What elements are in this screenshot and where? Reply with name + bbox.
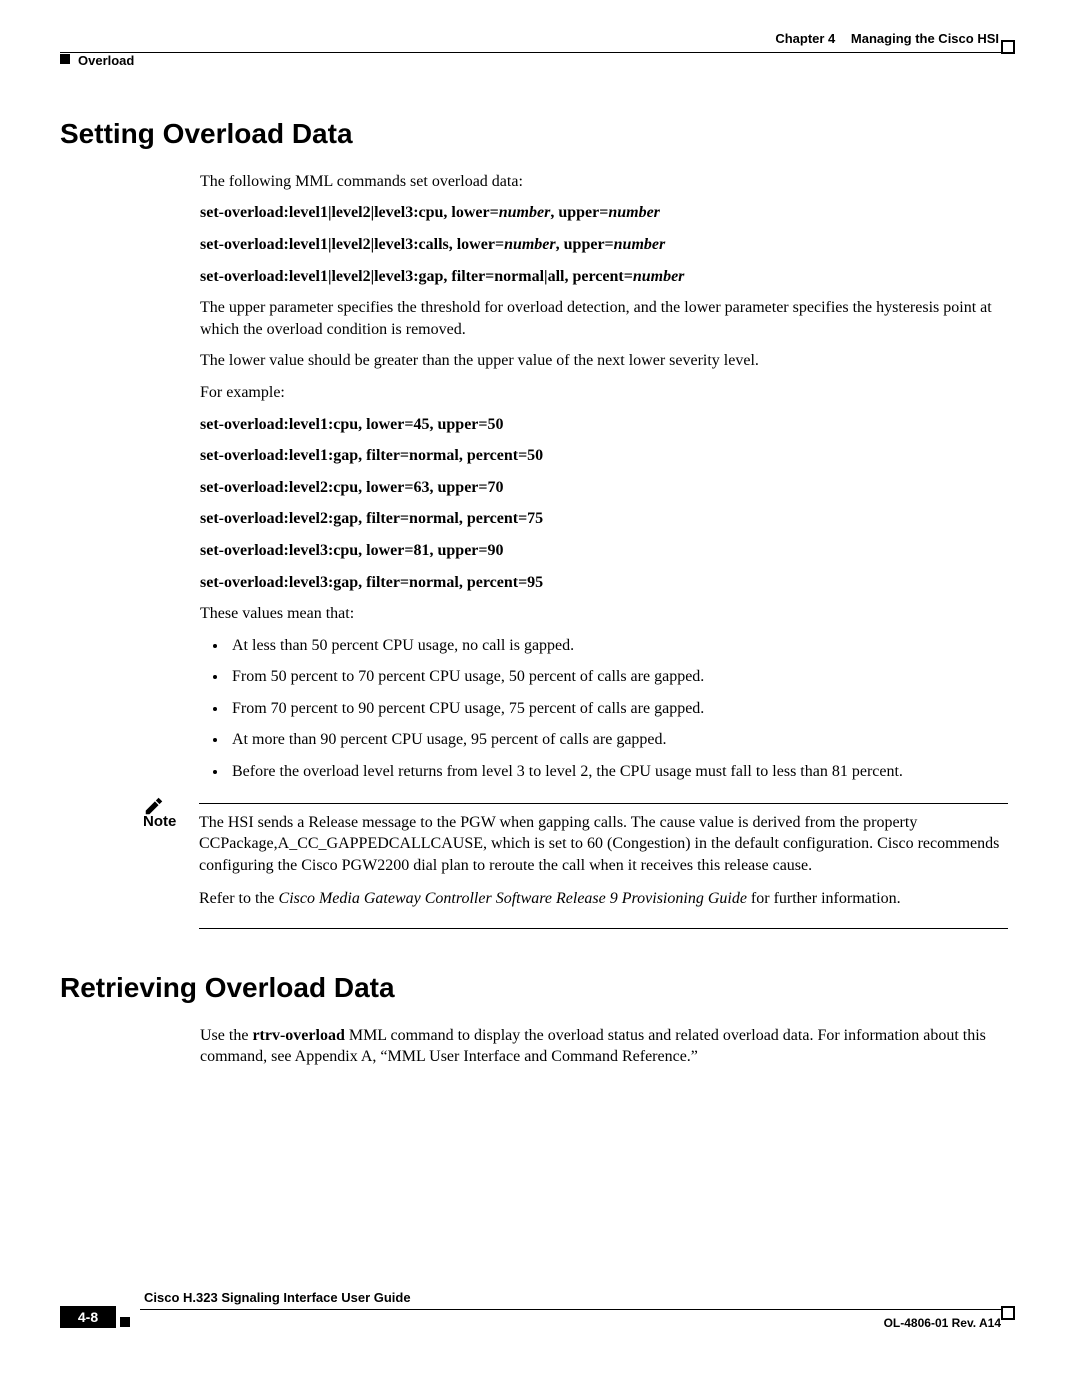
note-para-1: The HSI sends a Release message to the P…	[199, 812, 1008, 877]
page-number-box: 4-8	[60, 1306, 116, 1328]
note-block: Note The HSI sends a Release message to …	[143, 803, 1008, 929]
note-label: Note	[143, 812, 199, 922]
footer-square-solid	[120, 1317, 130, 1327]
para-lower-value: The lower value should be greater than t…	[200, 350, 1008, 372]
section2-body: Use the rtrv-overload MML command to dis…	[200, 1025, 1008, 1068]
example-line: set-overload:level3:cpu, lower=81, upper…	[200, 540, 1008, 562]
list-item: From 70 percent to 90 percent CPU usage,…	[228, 698, 1008, 720]
list-item: At less than 50 percent CPU usage, no ca…	[228, 635, 1008, 657]
header-square-solid	[60, 54, 70, 64]
syntax-line-1: set-overload:level1|level2|level3:cpu, l…	[200, 202, 1008, 224]
list-item: At more than 90 percent CPU usage, 95 pe…	[228, 729, 1008, 751]
note-para-2: Refer to the Cisco Media Gateway Control…	[199, 888, 1008, 910]
intro-para: The following MML commands set overload …	[200, 171, 1008, 193]
list-item: From 50 percent to 70 percent CPU usage,…	[228, 666, 1008, 688]
page-header: Chapter 4 Managing the Cisco HSI Overloa…	[60, 30, 1015, 60]
chapter-label: Chapter 4	[775, 31, 835, 46]
for-example: For example:	[200, 382, 1008, 404]
footer-rule	[140, 1309, 1015, 1310]
footer-guide-title: Cisco H.323 Signaling Interface User Gui…	[144, 1289, 411, 1307]
example-line: set-overload:level2:cpu, lower=63, upper…	[200, 477, 1008, 499]
para-upper-lower: The upper parameter specifies the thresh…	[200, 297, 1008, 340]
section2-para: Use the rtrv-overload MML command to dis…	[200, 1025, 1008, 1068]
example-line: set-overload:level1:cpu, lower=45, upper…	[200, 414, 1008, 436]
footer-square-outline	[1001, 1306, 1015, 1320]
header-square-outline	[1001, 40, 1015, 54]
chapter-title: Managing the Cisco HSI	[851, 31, 999, 46]
section-title-retrieving-overload: Retrieving Overload Data	[60, 969, 1080, 1007]
example-line: set-overload:level1:gap, filter=normal, …	[200, 445, 1008, 467]
section-title-setting-overload: Setting Overload Data	[60, 115, 1080, 153]
pencil-icon	[143, 795, 165, 817]
section1-body: The following MML commands set overload …	[200, 171, 1008, 783]
chapter-header: Chapter 4 Managing the Cisco HSI	[775, 30, 999, 48]
bullet-list: At less than 50 percent CPU usage, no ca…	[200, 635, 1008, 783]
these-values-mean: These values mean that:	[200, 603, 1008, 625]
header-rule	[60, 52, 1015, 53]
syntax-line-2: set-overload:level1|level2|level3:calls,…	[200, 234, 1008, 256]
note-text: The HSI sends a Release message to the P…	[199, 812, 1008, 922]
note-top-rule	[199, 803, 1008, 804]
example-line: set-overload:level2:gap, filter=normal, …	[200, 508, 1008, 530]
syntax-line-3: set-overload:level1|level2|level3:gap, f…	[200, 266, 1008, 288]
footer-revision: OL-4806-01 Rev. A14	[884, 1315, 1001, 1331]
page-footer: Cisco H.323 Signaling Interface User Gui…	[60, 1309, 1015, 1359]
section-crumb: Overload	[78, 52, 134, 70]
note-bottom-rule	[199, 928, 1008, 929]
example-line: set-overload:level3:gap, filter=normal, …	[200, 572, 1008, 594]
list-item: Before the overload level returns from l…	[228, 761, 1008, 783]
